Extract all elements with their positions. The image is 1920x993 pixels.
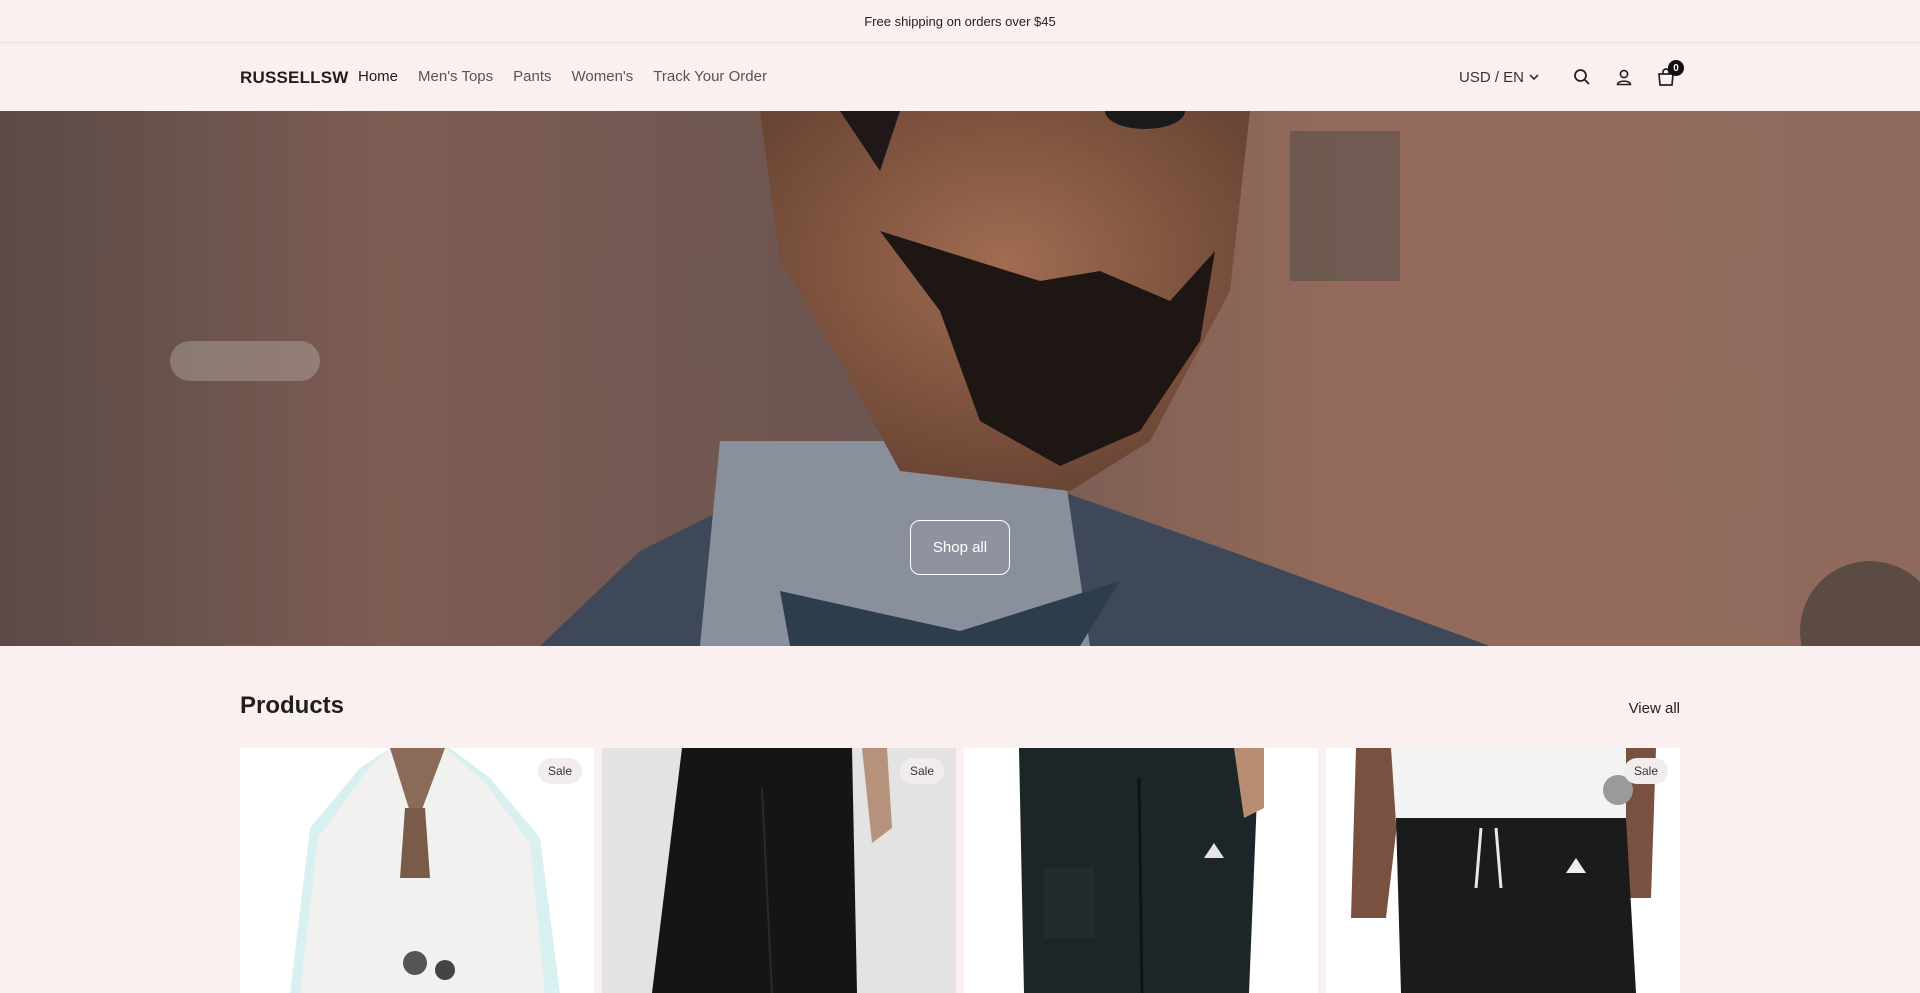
product-image-corduroy-pants xyxy=(1326,748,1680,993)
main-nav: Home Men's Tops Pants Women's Track Your… xyxy=(358,68,787,86)
announcement-text: Free shipping on orders over $45 xyxy=(864,13,1056,29)
nav-home[interactable]: Home xyxy=(358,68,398,86)
sale-badge: Sale xyxy=(1623,758,1668,784)
view-all-link[interactable]: View all xyxy=(1629,700,1680,717)
product-card[interactable] xyxy=(964,748,1318,993)
nav-mens-tops[interactable]: Men's Tops xyxy=(418,68,493,86)
product-card[interactable]: Sale xyxy=(602,748,956,993)
product-image-cargo-pants xyxy=(964,748,1318,993)
site-header: RUSSELLSW Home Men's Tops Pants Women's … xyxy=(0,43,1920,111)
currency-selector[interactable]: USD / EN xyxy=(1459,69,1540,86)
products-title: Products xyxy=(240,692,345,719)
product-card[interactable]: Sale xyxy=(240,748,594,993)
product-image-white-shirt xyxy=(240,748,594,993)
shop-all-button[interactable]: Shop all xyxy=(910,520,1010,575)
product-grid: Sale Sale Sale xyxy=(240,748,1680,993)
sale-badge: Sale xyxy=(537,758,582,784)
nav-track-order[interactable]: Track Your Order xyxy=(653,68,767,86)
product-card[interactable]: Sale xyxy=(1326,748,1680,993)
product-image-black-pants xyxy=(602,748,956,993)
account-icon xyxy=(1616,69,1632,86)
hero-banner: Shop all xyxy=(0,111,1920,646)
cart-button[interactable]: 0 xyxy=(1652,60,1684,91)
nav-womens[interactable]: Women's xyxy=(572,68,634,86)
cart-count-badge: 0 xyxy=(1668,60,1684,76)
chevron-down-icon xyxy=(1529,74,1539,81)
announcement-bar: Free shipping on orders over $45 xyxy=(0,0,1920,43)
account-button[interactable] xyxy=(1610,63,1638,91)
search-button[interactable] xyxy=(1568,63,1596,91)
nav-pants[interactable]: Pants xyxy=(513,68,551,86)
currency-label: USD / EN xyxy=(1458,68,1524,86)
sale-badge: Sale xyxy=(899,758,944,784)
store-logo[interactable]: RUSSELLSW xyxy=(240,68,349,88)
search-icon xyxy=(1574,69,1590,85)
header-actions: USD / EN 0 xyxy=(1459,60,1684,93)
